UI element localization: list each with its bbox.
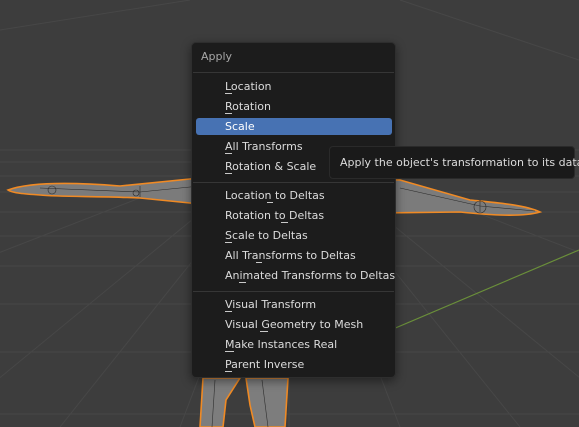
menu-item-label: Location bbox=[225, 80, 272, 93]
accelerator-underline bbox=[281, 222, 288, 223]
menu-item-scale[interactable]: Scale bbox=[196, 118, 392, 135]
menu-divider bbox=[193, 182, 394, 183]
menu-item-rotation-to-deltas[interactable]: Rotation to Deltas bbox=[196, 207, 392, 224]
menu-item-scale-to-deltas[interactable]: Scale to Deltas bbox=[196, 227, 392, 244]
menu-item-all-transforms-to-deltas[interactable]: All Transforms to Deltas bbox=[196, 247, 392, 264]
menu-item-parent-inverse[interactable]: Parent Inverse bbox=[196, 356, 392, 373]
menu-divider bbox=[193, 291, 394, 292]
tooltip: Apply the object's transformation to its… bbox=[329, 146, 579, 179]
accelerator-underline bbox=[260, 331, 268, 332]
menu-item-label: Scale bbox=[225, 120, 255, 133]
menu-divider bbox=[193, 72, 394, 73]
accelerator-underline bbox=[225, 113, 232, 114]
accelerator-underline bbox=[225, 371, 232, 372]
menu-item-location[interactable]: Location bbox=[196, 78, 392, 95]
menu-item-label: All Transforms to Deltas bbox=[225, 249, 356, 262]
apply-menu: Apply Location Rotation Scale All Transf… bbox=[191, 42, 396, 378]
accelerator-underline bbox=[225, 242, 232, 243]
menu-item-label: Location to Deltas bbox=[225, 189, 325, 202]
menu-item-visual-geometry-to-mesh[interactable]: Visual Geometry to Mesh bbox=[196, 316, 392, 333]
accelerator-underline bbox=[225, 153, 232, 154]
menu-item-label: Visual Geometry to Mesh bbox=[225, 318, 364, 331]
menu-item-label: Rotation & Scale bbox=[225, 160, 317, 173]
accelerator-underline bbox=[239, 282, 246, 283]
tooltip-text: Apply the object's transformation to its… bbox=[340, 156, 579, 169]
menu-item-label: Visual Transform bbox=[225, 298, 317, 311]
accelerator-underline bbox=[256, 262, 262, 263]
menu-item-label: All Transforms bbox=[225, 140, 303, 153]
menu-item-location-to-deltas[interactable]: Location to Deltas bbox=[196, 187, 392, 204]
menu-item-animated-transforms-to-deltas[interactable]: Animated Transforms to Deltas bbox=[196, 267, 396, 284]
menu-item-label: Scale to Deltas bbox=[225, 229, 308, 242]
accelerator-underline bbox=[225, 93, 232, 94]
accelerator-underline bbox=[225, 351, 234, 352]
menu-item-label: Rotation bbox=[225, 100, 272, 113]
menu-item-label: Animated Transforms to Deltas bbox=[225, 269, 396, 282]
menu-item-make-instances-real[interactable]: Make Instances Real bbox=[196, 336, 392, 353]
menu-item-visual-transform[interactable]: Visual Transform bbox=[196, 296, 392, 313]
menu-item-rotation[interactable]: Rotation bbox=[196, 98, 392, 115]
accelerator-underline bbox=[225, 173, 232, 174]
menu-item-label: Rotation to Deltas bbox=[225, 209, 325, 222]
accelerator-underline bbox=[267, 202, 273, 203]
accelerator-underline bbox=[225, 311, 232, 312]
menu-title: Apply bbox=[201, 50, 233, 63]
menu-item-label: Make Instances Real bbox=[225, 338, 338, 351]
menu-item-label: Parent Inverse bbox=[225, 358, 305, 371]
